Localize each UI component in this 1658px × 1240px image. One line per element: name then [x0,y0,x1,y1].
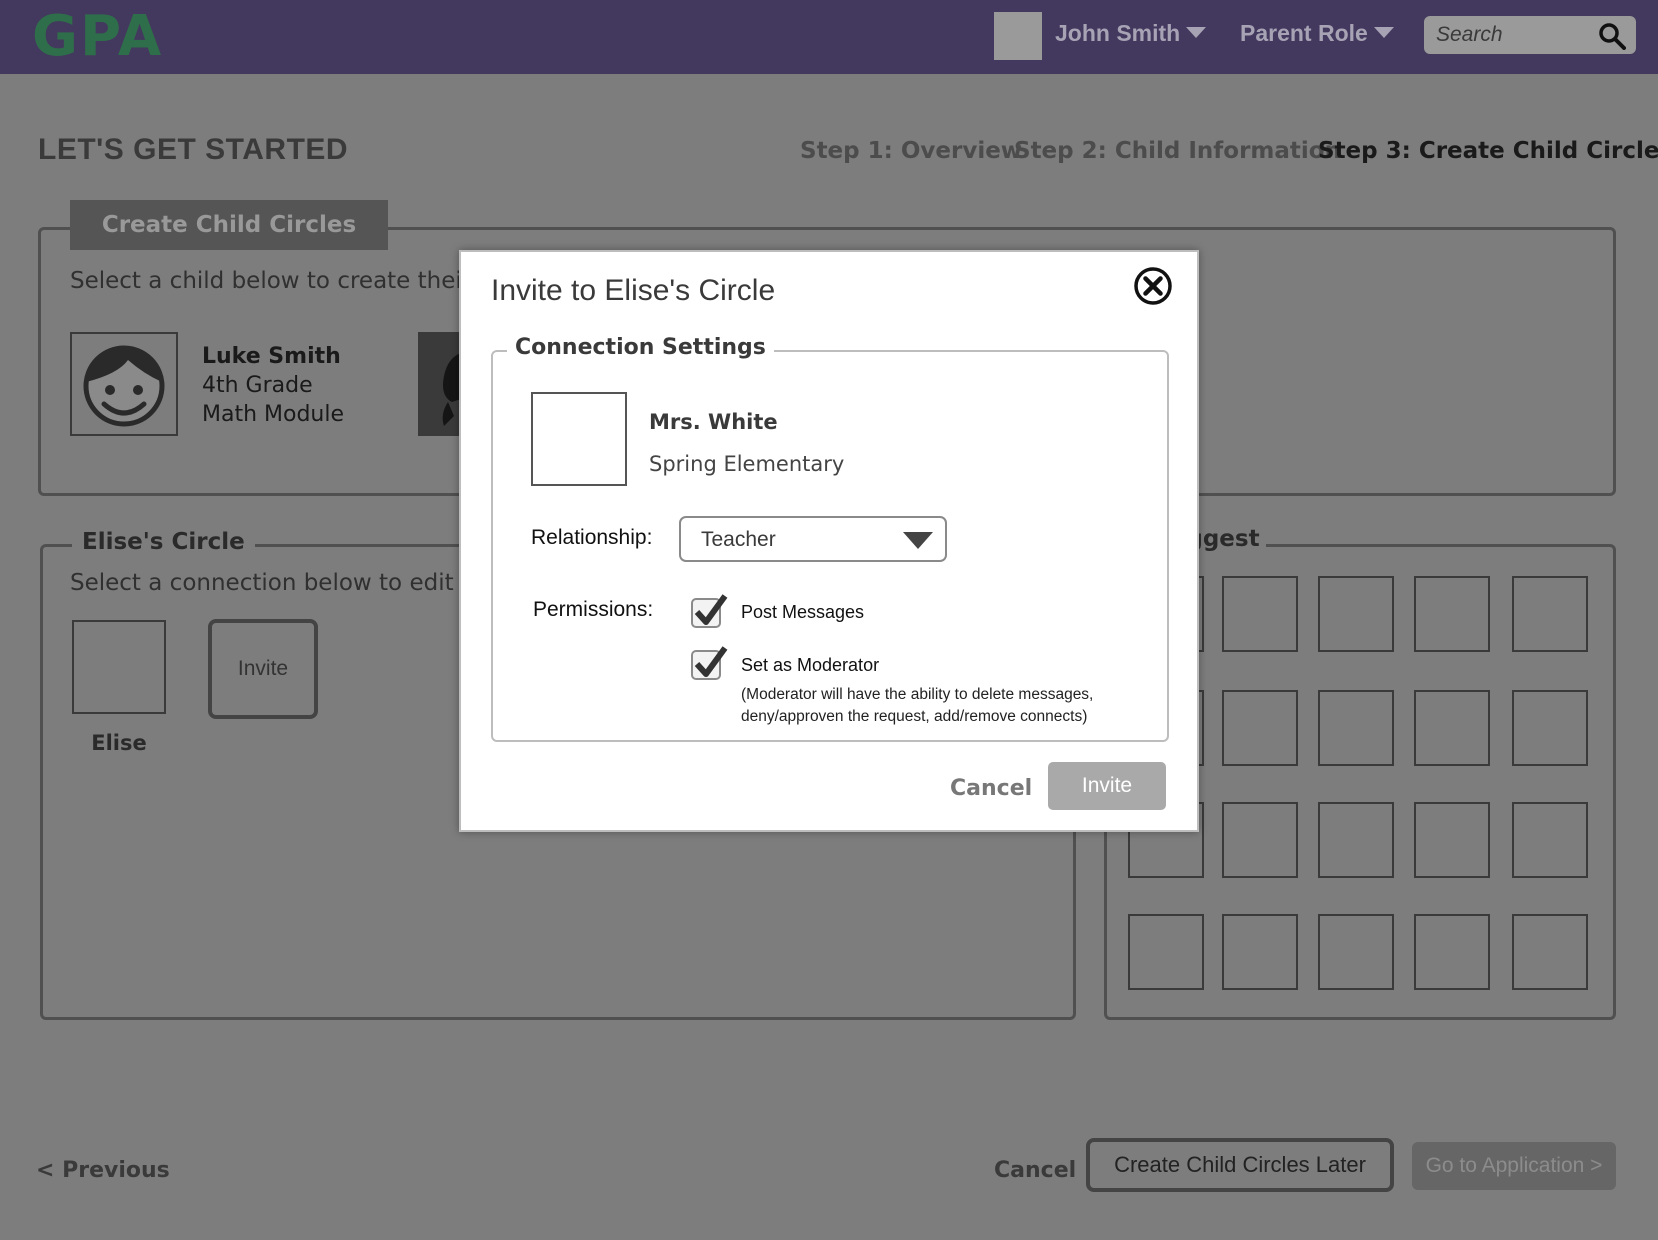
step-overview[interactable]: Step 1: Overview [800,138,1022,164]
create-circles-later-button[interactable]: Create Child Circles Later [1086,1138,1394,1192]
gpa-logo[interactable]: GPA [32,6,163,68]
circle-legend: Elise's Circle [72,529,255,555]
go-to-application-button[interactable]: Go to Application > [1412,1142,1616,1190]
modal-title: Invite to Elise's Circle [491,274,776,307]
suggestion-slot[interactable] [1512,576,1588,652]
child-grade: 4th Grade [202,373,313,398]
suggestion-slot[interactable] [1318,576,1394,652]
suggestion-slot[interactable] [1222,802,1298,878]
child-card-luke[interactable] [70,332,178,436]
permissions-label: Permissions: [533,598,654,621]
suggestion-slot[interactable] [1414,802,1490,878]
chevron-down-icon [1373,27,1394,39]
search-icon[interactable] [1598,22,1626,50]
search-input[interactable] [1436,20,1596,50]
dropdown-arrow-icon [903,532,933,549]
create-child-circles-tab: Create Child Circles [70,200,388,250]
child-name: Luke Smith [202,344,341,369]
role-label: Parent Role [1240,20,1368,46]
child-module: Math Module [202,402,345,427]
chevron-down-icon [1186,27,1207,39]
relationship-label: Relationship: [531,526,653,549]
suggestion-slot[interactable] [1222,576,1298,652]
suggestion-slot[interactable] [1128,914,1204,990]
invite-tile[interactable]: Invite [208,619,318,719]
modal-invite-button[interactable]: Invite [1048,762,1166,810]
user-menu-dropdown[interactable]: John Smith [1055,20,1207,47]
girl-avatar-icon [442,352,464,426]
suggestion-slot[interactable] [1222,914,1298,990]
select-child-instruction: Select a child below to create their [70,268,472,294]
connection-name: Mrs. White [649,410,778,434]
relationship-value: Teacher [701,528,776,551]
role-dropdown[interactable]: Parent Role [1240,20,1394,47]
checkmark-icon [694,646,728,677]
suggestion-slot[interactable] [1512,914,1588,990]
moderator-note: (Moderator will have the ability to dele… [741,686,1094,725]
suggestion-slot[interactable] [1512,690,1588,766]
user-avatar[interactable] [994,12,1042,60]
close-icon[interactable] [1133,266,1173,306]
suggestion-slot[interactable] [1414,576,1490,652]
member-thumbnail-elise[interactable] [72,620,166,714]
suggestion-slot[interactable] [1414,690,1490,766]
boy-avatar-icon [83,345,165,427]
suggestion-slot[interactable] [1318,914,1394,990]
step-child-information[interactable]: Step 2: Child Information [1014,138,1341,164]
suggestion-slot[interactable] [1318,802,1394,878]
search-box [1424,16,1636,54]
previous-link[interactable]: < Previous [36,1158,170,1183]
member-label: Elise [91,731,147,755]
top-nav-bar: GPA John Smith Parent Role [0,0,1658,74]
checkmark-icon [694,594,728,625]
post-messages-label: Post Messages [741,602,865,622]
user-name: John Smith [1055,20,1181,46]
suggestion-slot[interactable] [1512,802,1588,878]
suggestion-slot[interactable] [1222,690,1298,766]
modal-cancel-button[interactable]: Cancel [950,776,1032,801]
post-messages-checkbox[interactable] [691,594,728,628]
connection-avatar [531,392,627,486]
connection-school: Spring Elementary [649,452,845,476]
relationship-select[interactable]: Teacher [679,516,947,562]
set-moderator-checkbox[interactable] [691,646,728,680]
connection-settings-legend: Connection Settings [507,335,774,360]
select-connection-instruction: Select a connection below to edit c [70,570,474,596]
child-card-elise[interactable] [418,332,464,436]
set-moderator-label: Set as Moderator [741,655,880,675]
footer-cancel-link[interactable]: Cancel [994,1158,1076,1183]
invite-modal: Invite to Elise's Circle Connection Sett… [459,250,1199,832]
suggestion-slot[interactable] [1318,690,1394,766]
suggestion-slot[interactable] [1414,914,1490,990]
step-create-child-circles[interactable]: Step 3: Create Child Circles [1318,138,1658,164]
page-title: LET'S GET STARTED [38,133,349,166]
